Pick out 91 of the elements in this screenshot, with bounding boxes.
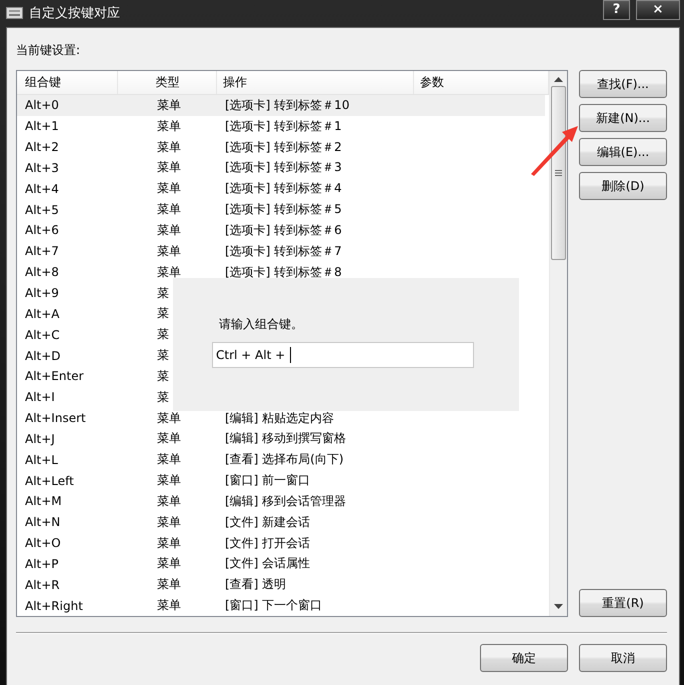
- action-cell-text: [编辑] 粘贴选定内容: [224, 410, 336, 427]
- key-cell-text: Alt+Enter: [24, 369, 85, 384]
- key-cell-text: Alt+P: [24, 556, 60, 571]
- action-cell-text: [文件] 会话属性: [224, 555, 312, 572]
- type-cell-text: 菜单: [156, 430, 182, 448]
- key-input-field[interactable]: Ctrl + Alt +: [212, 342, 474, 368]
- ok-button[interactable]: 确定: [480, 644, 568, 672]
- type-cell-text: 菜单: [156, 242, 182, 260]
- key-cell-text: Alt+1: [24, 119, 60, 134]
- cancel-button[interactable]: 取消: [579, 644, 667, 672]
- column-header[interactable]: 类型: [118, 71, 217, 94]
- key-cell-text: Alt+M: [24, 494, 63, 508]
- scrollbar[interactable]: [549, 71, 567, 616]
- key-cell-text: Alt+L: [24, 452, 59, 467]
- type-cell-text: 菜单: [156, 180, 182, 198]
- type-cell-text: 菜单: [156, 597, 182, 614]
- type-cell-text: 菜: [156, 284, 170, 302]
- key-cell-text: Alt+I: [24, 390, 56, 404]
- action-button[interactable]: 查找(F)...: [579, 70, 667, 98]
- action-cell-text: [文件] 新建会话: [224, 514, 312, 531]
- type-cell-text: 菜: [156, 388, 170, 406]
- action-cell-text: [查看] 选择布局(向下): [224, 451, 345, 468]
- key-cell-text: Alt+7: [24, 244, 60, 258]
- type-cell-text: 菜单: [156, 451, 182, 468]
- key-cell-text: Alt+O: [24, 536, 62, 550]
- key-cell-text: Alt+9: [24, 286, 60, 300]
- key-cell-text: Alt+0: [24, 98, 60, 112]
- action-cell-text: [选项卡] 转到标签＃2: [224, 138, 343, 156]
- action-button[interactable]: 新建(N)...: [579, 104, 667, 132]
- action-cell-text: [选项卡] 转到标签＃8: [224, 264, 343, 281]
- action-cell-text: [选项卡] 转到标签＃10: [224, 96, 350, 114]
- type-cell-text: 菜单: [156, 222, 182, 239]
- scroll-thumb[interactable]: [551, 86, 566, 260]
- type-cell-text: 菜单: [156, 96, 182, 114]
- type-cell-text: 菜: [156, 368, 170, 385]
- key-cell-text: Alt+N: [24, 515, 62, 530]
- help-button[interactable]: ?: [603, 0, 630, 20]
- key-cell-text: Alt+J: [24, 432, 56, 446]
- key-cell-text: Alt+C: [24, 328, 61, 342]
- type-cell-text: 菜单: [156, 555, 182, 572]
- action-cell-text: [选项卡] 转到标签＃3: [224, 159, 343, 176]
- type-cell-text: 菜单: [156, 514, 182, 531]
- type-cell-text: 菜单: [156, 576, 182, 594]
- scroll-down-icon[interactable]: [554, 604, 563, 610]
- type-cell-text: 菜单: [156, 534, 182, 552]
- action-cell-text: [选项卡] 转到标签＃5: [224, 201, 343, 218]
- close-button[interactable]: ×: [636, 0, 680, 20]
- key-cell-text: Alt+A: [24, 306, 61, 321]
- reset-button[interactable]: 重置(R): [579, 589, 667, 617]
- type-cell-text: 菜单: [156, 264, 182, 281]
- action-cell-text: [选项卡] 转到标签＃7: [224, 242, 343, 260]
- window-title: 自定义按键对应: [29, 4, 121, 22]
- key-cell-text: Alt+2: [24, 140, 60, 154]
- key-cell-text: Alt+4: [24, 182, 60, 196]
- action-button[interactable]: 删除(D): [579, 172, 667, 200]
- action-cell-text: [窗口] 下一个窗口: [224, 597, 324, 614]
- column-header[interactable]: 组合键: [17, 71, 118, 94]
- action-cell-text: [编辑] 移动到撰写窗格: [224, 430, 348, 448]
- key-cell-text: Alt+3: [24, 160, 60, 175]
- action-cell-text: [窗口] 前一窗口: [224, 472, 312, 490]
- action-cell-text: [选项卡] 转到标签＃1: [224, 118, 343, 135]
- type-cell-text: 菜单: [156, 492, 182, 510]
- action-cell-text: [编辑] 移到会话管理器: [224, 492, 348, 510]
- type-cell-text: 菜单: [156, 118, 182, 135]
- type-cell-text: 菜: [156, 305, 170, 322]
- action-cell-text: [文件] 打开会话: [224, 534, 312, 552]
- key-cell-text: Alt+Left: [24, 474, 75, 488]
- type-cell-text: 菜单: [156, 472, 182, 490]
- key-cell-text: Alt+R: [24, 578, 61, 592]
- pointer-arrow: [528, 124, 578, 176]
- type-cell-text: 菜单: [156, 201, 182, 218]
- keyboard-icon: [6, 6, 23, 18]
- scroll-up-icon[interactable]: [554, 77, 563, 83]
- key-cell-text: Alt+Insert: [24, 411, 87, 426]
- list-row[interactable]: Alt+0 菜单 [选项卡] 转到标签＃10: [17, 95, 545, 116]
- action-cell-text: [选项卡] 转到标签＃4: [224, 180, 343, 198]
- key-cell-text: Alt+D: [24, 348, 62, 363]
- action-button[interactable]: 编辑(E)...: [579, 138, 667, 166]
- key-cell-text: Alt+Right: [24, 598, 84, 613]
- type-cell-text: 菜单: [156, 159, 182, 176]
- action-cell-text: [查看] 透明: [224, 576, 288, 594]
- prompt-label: 请输入组合键。: [219, 316, 303, 333]
- column-header[interactable]: 操作: [216, 71, 414, 94]
- key-cell-text: Alt+6: [24, 223, 60, 238]
- key-cell-text: Alt+8: [24, 265, 60, 280]
- action-cell-text: [选项卡] 转到标签＃6: [224, 222, 343, 239]
- type-cell-text: 菜单: [156, 410, 182, 427]
- key-cell-text: Alt+5: [24, 202, 60, 217]
- type-cell-text: 菜: [156, 326, 170, 344]
- type-cell-text: 菜单: [156, 138, 182, 156]
- section-label: 当前键设置:: [16, 42, 80, 59]
